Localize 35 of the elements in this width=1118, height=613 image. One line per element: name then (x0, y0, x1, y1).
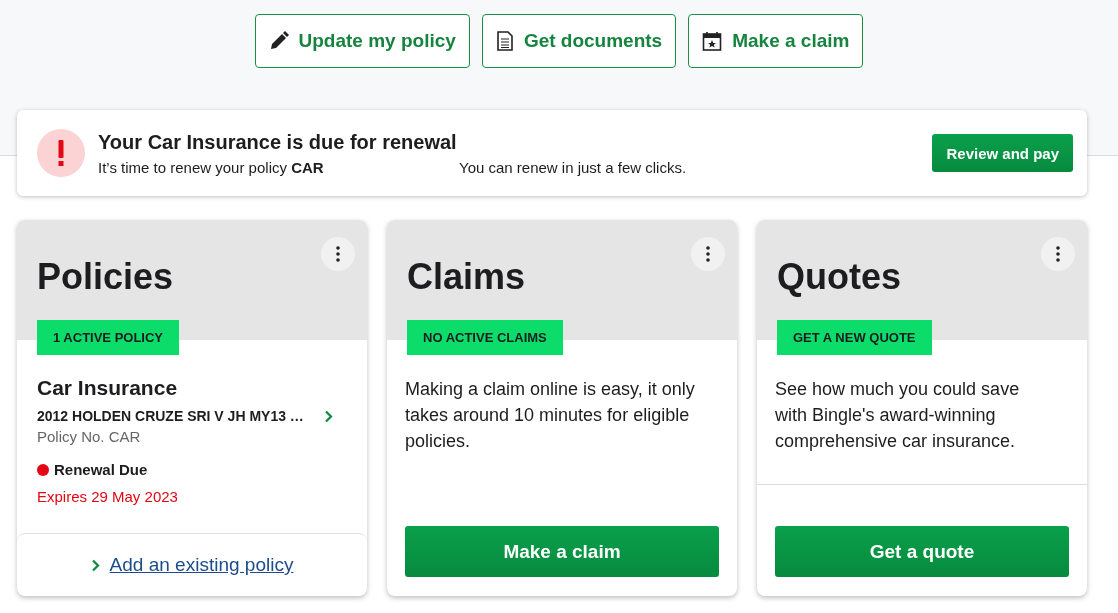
chevron-right-icon[interactable] (324, 409, 333, 423)
expiry-date: Expires 29 May 2023 (37, 488, 179, 505)
status-badge: NO ACTIVE CLAIMS (407, 320, 563, 355)
card-title: Policies (37, 256, 174, 298)
pencil-icon (268, 31, 289, 51)
card-description: Making a claim online is easy, it only takes around 10 minutes for eligible policies. (405, 379, 695, 451)
document-icon (495, 31, 514, 51)
more-options-button[interactable] (1041, 237, 1075, 271)
card-title: Claims (407, 256, 526, 298)
card-title: Quotes (777, 256, 901, 298)
more-icon (336, 246, 340, 262)
alert-title: Your Car Insurance is due for renewal (98, 130, 458, 154)
card-action-button[interactable]: Make a claim (405, 526, 719, 577)
alert-note: You can renew in just a few clicks. (459, 158, 687, 176)
calendar-icon (702, 31, 723, 51)
status-label: Renewal Due (54, 461, 148, 478)
card-description: See how much you could save with Bingle's award-winning comprehensive car insurance. (775, 379, 1020, 451)
policy-number: Policy No. CAR (37, 428, 142, 445)
alert-message: It’s time to renew your policy CAR (98, 158, 325, 176)
action-button[interactable]: Make a claim (688, 14, 864, 68)
chevron-right-icon (90, 558, 100, 572)
more-options-button[interactable] (691, 237, 725, 271)
status-badge: GET A NEW QUOTE (777, 320, 932, 355)
action-button[interactable]: Update my policy (254, 14, 470, 68)
action-button[interactable]: Get documents (481, 14, 677, 68)
status-badge: 1 ACTIVE POLICY (37, 320, 180, 355)
policy-name: Car Insurance (37, 376, 179, 400)
vehicle-name: 2012 HOLDEN CRUZE SRI V JH MY13 … (37, 408, 304, 424)
exclamation-icon (37, 129, 85, 177)
card-action-button[interactable]: Get a quote (775, 526, 1069, 577)
more-icon (706, 246, 710, 262)
review-and-pay-button[interactable]: Review and pay (932, 134, 1073, 172)
more-options-button[interactable] (321, 237, 355, 271)
add-policy-link[interactable]: Add an existing policy (109, 554, 294, 576)
more-icon (1056, 246, 1060, 262)
